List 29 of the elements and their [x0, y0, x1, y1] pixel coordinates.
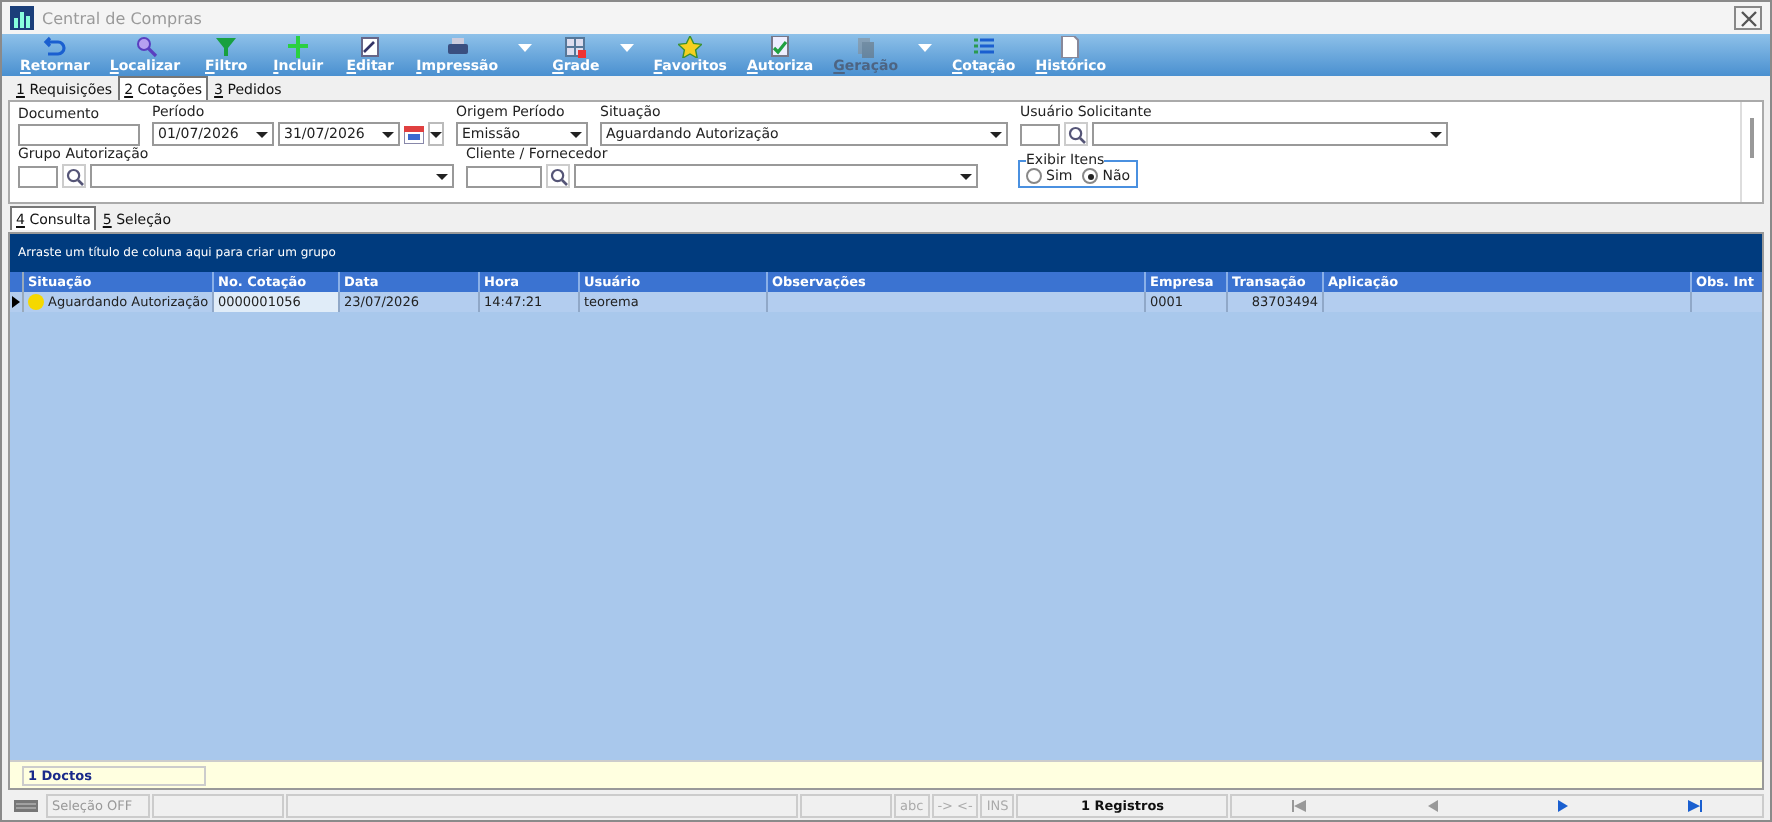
copy-icon: [853, 36, 878, 58]
caret-icon: [619, 44, 634, 52]
row-pointer-icon: [12, 296, 20, 308]
window-title: Central de Compras: [42, 9, 204, 27]
caret-icon[interactable]: [428, 122, 444, 146]
grid-icon: [563, 36, 588, 58]
close-icon[interactable]: [1734, 6, 1762, 30]
search-icon[interactable]: [1064, 122, 1088, 146]
caret-icon: [918, 44, 933, 52]
last-page-icon[interactable]: [1687, 799, 1702, 811]
keyboard-icon[interactable]: [8, 799, 44, 811]
user-code-field[interactable]: [1020, 123, 1060, 145]
search-icon: [133, 36, 157, 58]
plus-icon: [286, 36, 311, 58]
next-icon[interactable]: [1557, 799, 1568, 811]
search-icon[interactable]: [546, 164, 570, 188]
search-icon[interactable]: [62, 164, 86, 188]
previous-icon[interactable]: [1427, 799, 1438, 811]
supplier-code-field[interactable]: [466, 165, 542, 187]
printer-icon: [445, 36, 470, 58]
app-icon: [10, 6, 34, 30]
list-icon: [971, 36, 996, 58]
undo-icon: [42, 36, 67, 58]
star-icon: [678, 36, 703, 58]
document-field[interactable]: [18, 124, 140, 146]
caret-icon: [518, 44, 533, 52]
first-page-icon[interactable]: [1292, 799, 1307, 811]
group-code-field[interactable]: [18, 165, 58, 187]
calendar-icon[interactable]: [404, 125, 424, 143]
